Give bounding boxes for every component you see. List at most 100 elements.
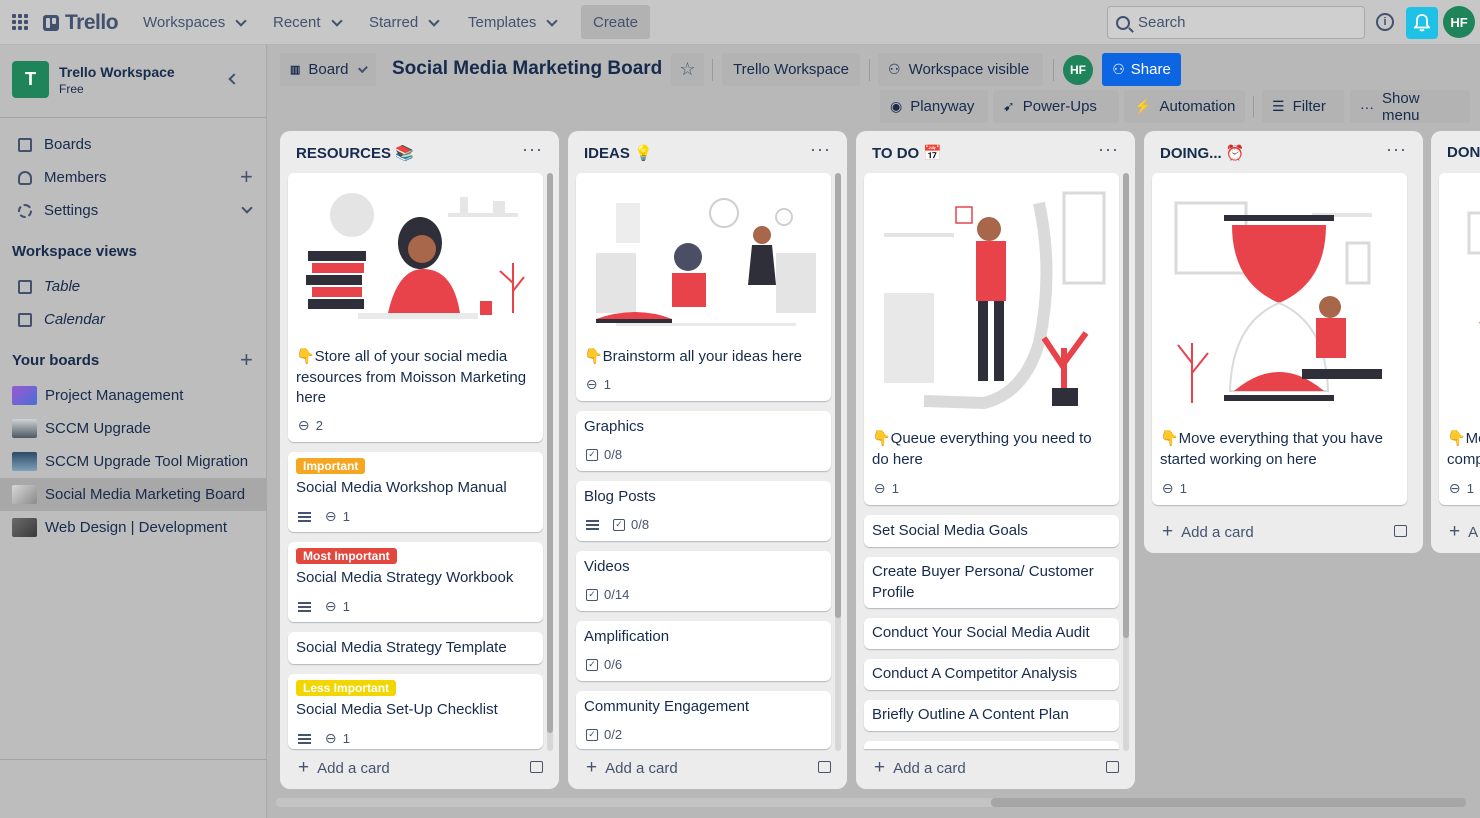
card-strategy-template[interactable]: Social Media Strategy Template: [288, 632, 543, 664]
label-most-important[interactable]: Most Important: [296, 548, 397, 564]
add-card-button[interactable]: + Add a card: [586, 757, 678, 779]
card-community-engagement[interactable]: Community Engagement ✓ 0/2: [576, 691, 831, 749]
powerups-button[interactable]: ➹ Power-Ups: [993, 90, 1119, 123]
list-scrollbar-thumb[interactable]: [1123, 173, 1129, 638]
card-buyer-persona[interactable]: Create Buyer Persona/ Customer Profile: [864, 557, 1119, 608]
card-template-icon[interactable]: [818, 761, 831, 773]
nav-recent[interactable]: Recent: [267, 7, 347, 38]
card-set-goals[interactable]: Set Social Media Goals: [864, 515, 1119, 547]
nav-workspaces[interactable]: Workspaces: [137, 7, 251, 38]
bell-icon: [1414, 14, 1430, 32]
share-button[interactable]: ⚇ Share: [1102, 53, 1181, 86]
add-member-icon[interactable]: +: [240, 166, 253, 188]
card-social-audit[interactable]: Conduct Your Social Media Audit: [864, 618, 1119, 649]
card-competitor-analysis[interactable]: Conduct A Competitor Analysis: [864, 659, 1119, 690]
board-scrollbar-thumb[interactable]: [991, 798, 1466, 807]
sidebar-board-sccm-upgrade-tool-migration[interactable]: SCCM Upgrade Tool Migration: [0, 445, 266, 478]
add-card-button[interactable]: + Add a card: [1162, 521, 1254, 543]
list-menu-icon[interactable]: ···: [810, 139, 831, 160]
sidebar-item-label: Table: [44, 278, 81, 295]
card-graphics[interactable]: Graphics ✓ 0/8: [576, 411, 831, 471]
add-card-label: Add a card: [1181, 523, 1254, 541]
nav-label: Templates: [468, 14, 537, 31]
board-title[interactable]: Social Media Marketing Board: [392, 58, 662, 80]
sidebar-item-table[interactable]: Table: [0, 270, 266, 303]
list-title[interactable]: TO DO 📅: [872, 144, 942, 162]
sidebar-item-settings[interactable]: Settings: [0, 194, 266, 227]
visibility-button[interactable]: ⚇ Workspace visible: [878, 53, 1043, 86]
list-title[interactable]: RESOURCES 📚: [296, 144, 414, 162]
list-title[interactable]: DOING... ⏰: [1160, 144, 1245, 162]
list-menu-icon[interactable]: ···: [522, 139, 543, 160]
label-important[interactable]: Important: [296, 458, 366, 474]
card-ideas-intro[interactable]: 👇Brainstorm all your ideas here ⊘ 1: [576, 173, 831, 401]
add-card-button[interactable]: + A: [1449, 521, 1478, 543]
search-input[interactable]: Search: [1107, 6, 1365, 39]
attachment-badge: ⊘ 1: [1445, 478, 1474, 498]
top-bar: Trello Workspaces Recent Starred Templat…: [0, 0, 1480, 45]
trello-logo[interactable]: Trello: [43, 11, 119, 35]
card-title: Amplification: [584, 628, 670, 645]
filter-button[interactable]: ☰ Filter: [1262, 90, 1344, 123]
card-blog-posts[interactable]: Blog Posts ✓ 0/8: [576, 481, 831, 541]
card-videos[interactable]: Videos ✓ 0/14: [576, 551, 831, 611]
paperclip-icon: ⊘: [321, 506, 342, 526]
sidebar-item-boards[interactable]: Boards: [0, 128, 266, 161]
workspace-button[interactable]: Trello Workspace: [722, 53, 860, 86]
planyway-button[interactable]: ◉ Planyway: [880, 90, 988, 123]
card-badges: ⊘ 2: [294, 415, 323, 435]
workspace-header[interactable]: T Trello Workspace Free: [12, 61, 175, 98]
card-doing-intro[interactable]: 👇Move everything that you have started w…: [1152, 173, 1407, 505]
card-todo-intro[interactable]: 👇Queue everything you need to do here ⊘ 1: [864, 173, 1119, 505]
card-cover-image: [288, 173, 543, 341]
label-less-important[interactable]: Less Important: [296, 680, 397, 696]
nav-starred[interactable]: Starred: [363, 7, 444, 38]
list-scrollbar-thumb[interactable]: [835, 173, 841, 618]
create-button[interactable]: Create: [581, 5, 650, 39]
card-setup-checklist[interactable]: Less Important Social Media Set-Up Check…: [288, 674, 543, 749]
card-resources-intro[interactable]: 👇Store all of your social media resource…: [288, 173, 543, 442]
sidebar-board-social-media-marketing[interactable]: Social Media Marketing Board: [0, 478, 266, 511]
sidebar: T Trello Workspace Free Boards Members +…: [0, 45, 267, 818]
card-partial[interactable]: [864, 741, 1119, 749]
card-strategy-workbook[interactable]: Most Important Social Media Strategy Wor…: [288, 542, 543, 622]
card-workshop-manual[interactable]: Important Social Media Workshop Manual ⊘…: [288, 452, 543, 532]
list-menu-icon[interactable]: ···: [1386, 139, 1407, 160]
card-done-intro[interactable]: 👇Mo comp ⊘1: [1439, 173, 1480, 505]
add-board-icon[interactable]: +: [240, 349, 253, 371]
list-menu-icon[interactable]: ···: [1098, 139, 1119, 160]
divider: [1253, 96, 1254, 118]
app-switcher-icon[interactable]: [12, 14, 28, 30]
add-card-button[interactable]: + Add a card: [298, 757, 390, 779]
card-content-plan[interactable]: Briefly Outline A Content Plan: [864, 700, 1119, 731]
collapse-sidebar-icon[interactable]: [228, 73, 240, 85]
sidebar-board-sccm-upgrade[interactable]: SCCM Upgrade: [0, 412, 266, 445]
planyway-label: Planyway: [910, 98, 975, 115]
board-view-switcher[interactable]: ▥ Board: [280, 53, 376, 86]
sidebar-item-calendar[interactable]: Calendar: [0, 303, 266, 336]
card-template-icon[interactable]: [1394, 525, 1407, 537]
notifications-button[interactable]: [1406, 7, 1438, 39]
user-avatar[interactable]: HF: [1443, 6, 1475, 38]
list-title[interactable]: IDEAS 💡: [584, 144, 653, 162]
member-avatar[interactable]: HF: [1063, 55, 1093, 85]
sidebar-board-project-management[interactable]: Project Management: [0, 379, 266, 412]
show-menu-button[interactable]: ··· Show menu: [1350, 90, 1470, 124]
nav-templates[interactable]: Templates: [462, 7, 562, 38]
card-template-icon[interactable]: [1106, 761, 1119, 773]
card-title: 👇Brainstorm all your ideas here: [584, 348, 802, 365]
sidebar-item-label: Boards: [44, 136, 92, 153]
chevron-down-icon: [546, 14, 559, 27]
star-board-button[interactable]: ☆: [671, 53, 704, 86]
automation-button[interactable]: ⚡ Automation: [1124, 90, 1245, 123]
info-icon[interactable]: i: [1376, 13, 1394, 31]
sidebar-board-web-design[interactable]: Web Design | Development: [0, 511, 266, 544]
calendar-icon: [18, 312, 32, 327]
sidebar-item-members[interactable]: Members: [0, 161, 266, 194]
board-horizontal-scrollbar[interactable]: [276, 798, 1466, 807]
list-title[interactable]: DON: [1447, 144, 1480, 161]
list-scrollbar-thumb[interactable]: [547, 173, 553, 733]
card-template-icon[interactable]: [530, 761, 543, 773]
add-card-button[interactable]: + Add a card: [874, 757, 966, 779]
card-amplification[interactable]: Amplification ✓ 0/6: [576, 621, 831, 681]
